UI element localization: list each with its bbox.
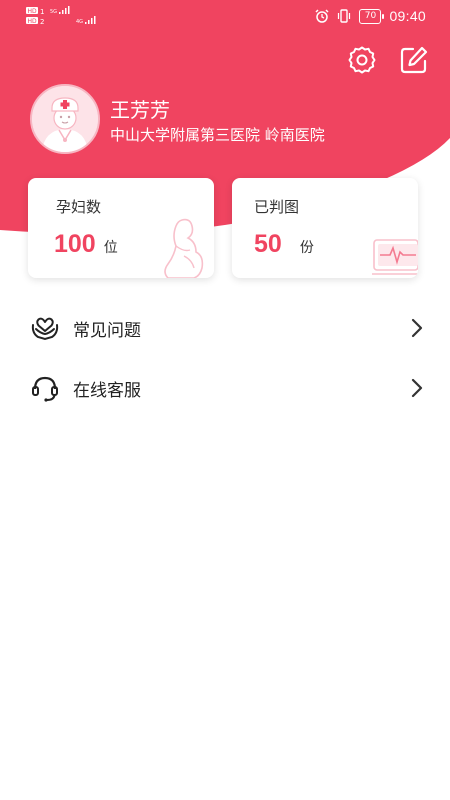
nurse-avatar-icon (32, 86, 98, 152)
menu-icon-wrapper (30, 373, 60, 403)
user-hospital: 中山大学附属第三医院 岭南医院 (110, 126, 325, 144)
battery-icon: 70 (359, 8, 385, 24)
stat-value-row: 50 份 (254, 230, 314, 259)
stat-title: 孕妇数 (56, 198, 102, 216)
menu-label: 在线客服 (73, 380, 141, 401)
settings-button[interactable] (346, 44, 378, 76)
svg-text:HD: HD (28, 8, 38, 15)
svg-text:HD: HD (28, 18, 38, 25)
menu-list: 常见问题 在线客服 (0, 298, 450, 418)
svg-text:1: 1 (40, 8, 44, 16)
pregnant-woman-icon (164, 218, 204, 278)
edit-profile-button[interactable] (398, 44, 430, 76)
stat-card-judged-charts[interactable]: 已判图 50 份 (232, 178, 418, 278)
stat-value-row: 100 位 (54, 230, 118, 259)
menu-item-online-service[interactable]: 在线客服 (0, 358, 450, 418)
headset-icon (32, 376, 58, 402)
edit-icon (400, 46, 428, 74)
monitor-icon (372, 239, 418, 275)
user-name: 王芳芳 (110, 98, 170, 122)
header-actions (346, 44, 430, 76)
stat-title: 已判图 (254, 198, 300, 216)
gear-icon (348, 46, 376, 74)
alarm-icon (315, 9, 329, 23)
status-bar: HD HD 1 2 5G 4G 70 09:40 (0, 0, 450, 32)
svg-text:2: 2 (40, 18, 44, 26)
status-right: 70 09:40 (315, 7, 426, 25)
stat-value: 50 (254, 230, 282, 258)
svg-text:4G: 4G (76, 19, 83, 25)
stat-unit: 位 (103, 240, 118, 256)
menu-item-faq[interactable]: 常见问题 (0, 298, 450, 358)
avatar[interactable] (30, 84, 100, 154)
menu-icon-wrapper (30, 313, 60, 343)
heart-hands-icon (31, 317, 59, 341)
stat-card-pregnant-women[interactable]: 孕妇数 100 位 (28, 178, 214, 278)
stat-unit: 份 (299, 240, 314, 256)
signal-icon: HD HD 1 2 5G 4G (26, 6, 96, 26)
vibrate-icon (338, 9, 351, 23)
chevron-right-icon (411, 378, 423, 398)
status-time: 09:40 (389, 8, 426, 24)
menu-label: 常见问题 (73, 320, 141, 341)
chevron-right-icon (411, 318, 423, 338)
stat-value: 100 (54, 230, 96, 258)
svg-text:5G: 5G (50, 9, 57, 15)
